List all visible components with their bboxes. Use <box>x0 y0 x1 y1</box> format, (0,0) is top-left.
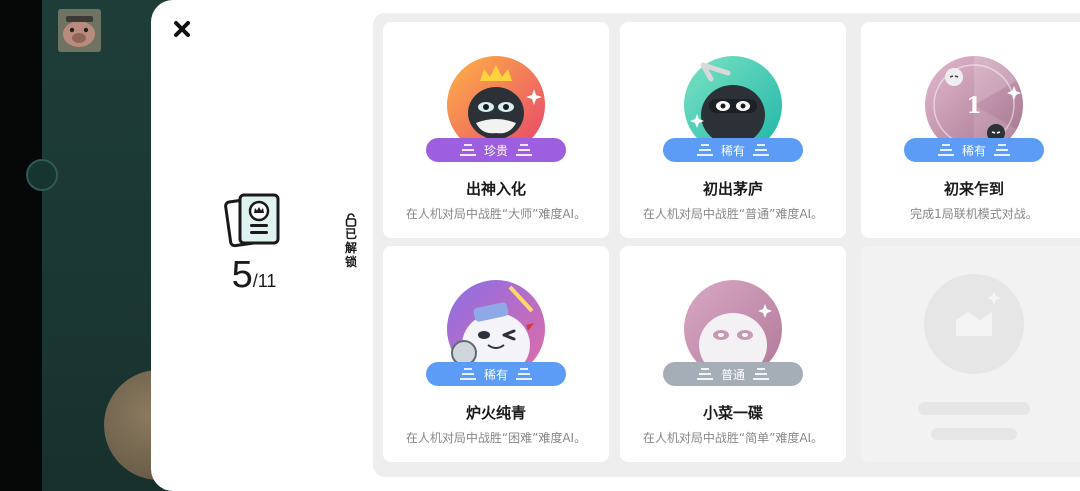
achievement-title: 出神入化 <box>465 180 526 198</box>
achievements-modal: 5/11 已 解 锁 珍贵 出神入化 在人机对局中战胜“大师”难度AI。 稀有 … <box>151 0 1080 491</box>
tier-lines-icon <box>696 144 713 156</box>
achievement-card[interactable]: 稀有 初出茅庐 在人机对局中战胜“普通”难度AI。 <box>620 22 846 238</box>
tier-lines-icon <box>459 368 476 380</box>
rarity-badge: 珍贵 <box>426 138 566 162</box>
rarity-badge: 稀有 <box>663 138 803 162</box>
achievement-card[interactable]: 普通 小菜一碟 在人机对局中战胜“简单”难度AI。 <box>620 246 846 462</box>
pig-avatar-icon <box>58 9 101 52</box>
background-edge <box>0 0 42 491</box>
close-button[interactable] <box>171 18 193 40</box>
tier-lines-icon <box>459 144 476 156</box>
unlock-label-char: 解 <box>344 241 357 255</box>
achievement-description: 在人机对局中战胜“简单”难度AI。 <box>642 431 824 445</box>
total-count: /11 <box>252 271 277 291</box>
rarity-label: 稀有 <box>961 143 986 158</box>
achievement-description: 完成1局联机模式对战。 <box>910 207 1038 221</box>
rarity-label: 稀有 <box>720 143 745 158</box>
rarity-badge: 稀有 <box>426 362 566 386</box>
achievement-description: 在人机对局中战胜“大师”难度AI。 <box>405 207 587 221</box>
achievement-card[interactable]: 珍贵 出神入化 在人机对局中战胜“大师”难度AI。 <box>383 22 609 238</box>
tier-lines-icon <box>516 144 532 156</box>
tier-lines-icon <box>753 368 769 380</box>
unlock-count: 5/11 <box>209 254 299 297</box>
locked-image-icon <box>924 274 1024 374</box>
achievement-book-icon <box>224 192 284 248</box>
rarity-badge: 稀有 <box>904 138 1044 162</box>
unlocked-count: 5 <box>231 254 253 296</box>
achievement-title: 初出茅庐 <box>702 180 763 198</box>
achievement-title: 初来乍到 <box>943 180 1004 198</box>
tier-lines-icon <box>994 144 1010 156</box>
player-avatar[interactable] <box>58 9 101 52</box>
unlock-label-char: 锁 <box>344 255 357 269</box>
achievement-description: 在人机对局中战胜“困难”难度AI。 <box>405 431 587 445</box>
rarity-label: 稀有 <box>483 367 508 382</box>
achievement-grid: 珍贵 出神入化 在人机对局中战胜“大师”难度AI。 稀有 初出茅庐 在人机对局中… <box>373 13 1080 477</box>
locked-achievement-card[interactable] <box>861 246 1080 462</box>
rarity-label: 珍贵 <box>483 143 508 158</box>
board-marker <box>26 159 58 191</box>
tier-lines-icon <box>696 368 713 380</box>
achievement-summary: 5/11 <box>209 192 299 297</box>
close-icon <box>174 21 190 37</box>
title-placeholder <box>918 402 1030 415</box>
achievement-card[interactable]: 1 稀有 初来乍到 完成1局联机模式对战。 <box>861 22 1080 238</box>
tier-lines-icon <box>516 368 532 380</box>
achievement-title: 炉火纯青 <box>465 404 526 422</box>
achievement-description: 在人机对局中战胜“普通”难度AI。 <box>642 207 824 221</box>
unlocked-filter-label: 已 解 锁 <box>341 213 361 269</box>
svg-text:1: 1 <box>966 93 981 119</box>
rarity-badge: 普通 <box>663 362 803 386</box>
tier-lines-icon <box>937 144 954 156</box>
unlock-label-char: 已 <box>344 227 357 241</box>
unlock-icon <box>345 213 357 227</box>
achievement-card[interactable]: 稀有 炉火纯青 在人机对局中战胜“困难”难度AI。 <box>383 246 609 462</box>
description-placeholder <box>931 428 1017 440</box>
tier-lines-icon <box>753 144 769 156</box>
rarity-label: 普通 <box>720 367 745 382</box>
achievement-title: 小菜一碟 <box>702 404 763 422</box>
